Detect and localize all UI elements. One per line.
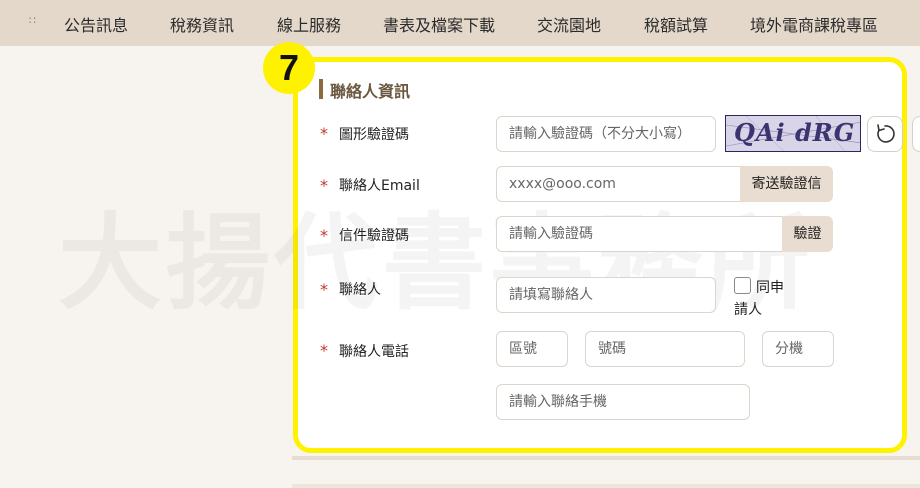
letter-code-label: 信件驗證碼 — [339, 228, 409, 244]
refresh-icon — [877, 124, 895, 143]
captcha-input[interactable]: 請輸入驗證碼（不分大小寫） — [496, 116, 716, 152]
send-verification-email-button[interactable]: 寄送驗證信 — [740, 166, 833, 202]
contact-name-input[interactable]: 請填寫聯絡人 — [496, 277, 716, 313]
same-as-applicant-label: 同申 — [756, 280, 784, 296]
email-input[interactable]: xxxx@ooo.com — [496, 166, 746, 202]
email-label: 聯絡人Email — [339, 178, 420, 194]
captcha-label: 圖形驗證碼 — [339, 127, 409, 143]
mobile-input[interactable]: 請輸入聯絡手機 — [496, 384, 750, 420]
nav-item-online-services[interactable]: 線上服務 — [277, 12, 341, 36]
required-mark: * — [320, 176, 328, 195]
captcha-image: QAi dRG — [725, 115, 861, 152]
verify-button[interactable]: 驗證 — [782, 216, 833, 252]
step-number-badge: 7 — [263, 42, 315, 94]
nav-item-community[interactable]: 交流園地 — [537, 12, 601, 36]
refresh-captcha-button[interactable] — [867, 116, 903, 152]
nav-item-cross-border-ecommerce[interactable]: 境外電商課稅專區 — [750, 12, 878, 36]
same-as-applicant-checkbox[interactable] — [734, 277, 751, 294]
audio-captcha-button[interactable] — [912, 116, 920, 152]
required-mark: * — [320, 124, 328, 143]
nav-item-forms-download[interactable]: 書表及檔案下載 — [383, 12, 495, 36]
section-title: 聯絡人資訊 — [330, 82, 411, 101]
top-nav: ∷ 公告訊息 稅務資訊 線上服務 書表及檔案下載 交流園地 稅額試算 境外電商課… — [0, 0, 920, 46]
extension-input[interactable]: 分機 — [762, 331, 834, 367]
required-mark: * — [320, 226, 328, 245]
next-panel-edge — [292, 484, 920, 488]
required-mark: * — [320, 280, 328, 299]
panel-shadow — [292, 456, 920, 460]
captcha-text: QAi dRG — [734, 118, 856, 147]
phone-label: 聯絡人電話 — [339, 344, 409, 360]
same-as-applicant-label-cont: 請人 — [734, 302, 762, 318]
contact-label: 聯絡人 — [339, 282, 381, 298]
letter-code-input[interactable]: 請輸入驗證碼 — [496, 216, 788, 252]
phone-number-input[interactable]: 號碼 — [585, 331, 745, 367]
menu-handle-icon[interactable]: ∷ — [29, 14, 36, 27]
nav-item-tax-calculator[interactable]: 稅額試算 — [644, 12, 708, 36]
section-title-bar — [319, 79, 323, 99]
nav-item-announcements[interactable]: 公告訊息 — [64, 12, 128, 36]
required-mark: * — [320, 341, 328, 360]
nav-item-tax-info[interactable]: 稅務資訊 — [170, 12, 234, 36]
area-code-input[interactable]: 區號 — [496, 331, 568, 367]
